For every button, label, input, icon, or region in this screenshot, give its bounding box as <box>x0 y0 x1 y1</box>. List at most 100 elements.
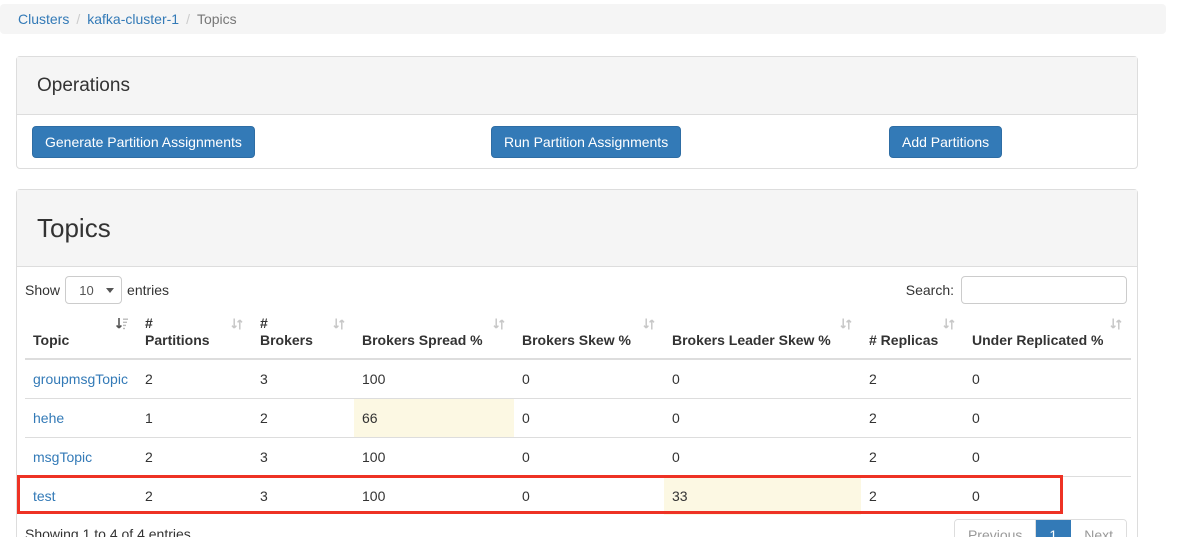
brokers-cell: 2 <box>252 399 354 438</box>
add-partitions-button[interactable]: Add Partitions <box>889 126 1002 158</box>
pagination-next: Next <box>1071 520 1126 537</box>
topics-table-body: groupmsgTopic231000020hehe12660020msgTop… <box>25 359 1131 515</box>
brokers-leader-skew-cell: 0 <box>664 399 861 438</box>
table-row: groupmsgTopic231000020 <box>25 359 1131 399</box>
column-header-label: Brokers <box>260 332 346 349</box>
under-replicated-cell: 0 <box>964 359 1131 399</box>
sort-icon[interactable] <box>942 317 956 331</box>
column-header-label: Topic <box>33 332 129 349</box>
column-header-label: Partitions <box>145 332 244 349</box>
brokers-skew-cell: 0 <box>514 438 664 477</box>
partitions-cell: 2 <box>137 359 252 399</box>
column-header-label: # Replicas <box>869 332 956 349</box>
operations-panel-body: Generate Partition Assignments Run Parti… <box>17 115 1137 169</box>
topic-cell: groupmsgTopic <box>25 359 137 399</box>
topic-link[interactable]: test <box>33 488 56 504</box>
under-replicated-cell: 0 <box>964 438 1131 477</box>
brokers-skew-cell: 0 <box>514 477 664 516</box>
partitions-cell: 2 <box>137 477 252 516</box>
show-label: Show <box>25 282 60 298</box>
replicas-cell: 2 <box>861 359 964 399</box>
replicas-cell: 2 <box>861 438 964 477</box>
topics-panel: Topics Show 102550100 entries Search: <box>16 189 1138 537</box>
column-header-brokers-skew[interactable]: Brokers Skew % <box>514 309 664 359</box>
brokers-skew-cell: 0 <box>514 399 664 438</box>
column-header-label: Under Replicated % <box>972 332 1123 349</box>
topics-table: Topic #Partitions#Brokers Brokers Spread %… <box>25 309 1131 515</box>
topics-table-head: Topic #Partitions#Brokers Brokers Spread %… <box>25 309 1131 359</box>
breadcrumb: Clusters / kafka-cluster-1 / Topics <box>0 4 1166 34</box>
generate-partition-assignments-button[interactable]: Generate Partition Assignments <box>32 126 255 158</box>
column-header-replicas[interactable]: # Replicas <box>861 309 964 359</box>
operations-panel-heading: Operations <box>17 57 1137 115</box>
under-replicated-cell: 0 <box>964 399 1131 438</box>
brokers-cell: 3 <box>252 359 354 399</box>
topic-cell: test <box>25 477 137 516</box>
topic-cell: msgTopic <box>25 438 137 477</box>
pagination: Previous1Next <box>954 519 1127 537</box>
sort-icon[interactable] <box>332 317 346 331</box>
table-row: test2310003320 <box>25 477 1131 516</box>
search-control: Search: <box>906 276 1127 304</box>
page-root: Clusters / kafka-cluster-1 / Topics Oper… <box>0 0 1188 537</box>
topic-cell: hehe <box>25 399 137 438</box>
column-header-under-replicated[interactable]: Under Replicated % <box>964 309 1131 359</box>
brokers-skew-cell: 0 <box>514 359 664 399</box>
pagination-previous: Previous <box>955 520 1036 537</box>
topic-link[interactable]: hehe <box>33 410 64 426</box>
breadcrumb-item-kafka-cluster-1[interactable]: kafka-cluster-1 <box>87 11 179 27</box>
datatable-controls: Show 102550100 entries Search: <box>25 267 1129 309</box>
replicas-cell: 2 <box>861 399 964 438</box>
brokers-leader-skew-cell: 0 <box>664 359 861 399</box>
run-partition-assignments-button[interactable]: Run Partition Assignments <box>491 126 681 158</box>
brokers-leader-skew-cell: 33 <box>664 477 861 516</box>
sort-icon[interactable] <box>230 317 244 331</box>
operations-panel: Operations Generate Partition Assignment… <box>16 56 1138 169</box>
topics-panel-body: Show 102550100 entries Search: <box>17 267 1137 537</box>
table-row: hehe12660020 <box>25 399 1131 438</box>
column-header-brokers-leader-skew[interactable]: Brokers Leader Skew % <box>664 309 861 359</box>
topic-link[interactable]: groupmsgTopic <box>33 371 128 387</box>
table-header-row: Topic #Partitions#Brokers Brokers Spread %… <box>25 309 1131 359</box>
brokers-spread-cell: 100 <box>354 477 514 516</box>
table-info: Showing 1 to 4 of 4 entries <box>25 526 191 537</box>
brokers-leader-skew-cell: 0 <box>664 438 861 477</box>
topics-panel-heading: Topics <box>17 190 1137 267</box>
column-header-label: Brokers Skew % <box>522 332 656 349</box>
brokers-spread-cell: 100 <box>354 359 514 399</box>
column-header-brokers[interactable]: #Brokers <box>252 309 354 359</box>
sort-icon[interactable] <box>492 317 506 331</box>
topics-title: Topics <box>37 213 111 244</box>
table-row: msgTopic231000020 <box>25 438 1131 477</box>
column-header-brokers-spread[interactable]: Brokers Spread % <box>354 309 514 359</box>
page-length-select[interactable]: 102550100 <box>65 276 122 304</box>
breadcrumb-item-clusters[interactable]: Clusters <box>18 11 69 27</box>
replicas-cell: 2 <box>861 477 964 516</box>
entries-label: entries <box>127 282 169 298</box>
column-header-label: Brokers Spread % <box>362 332 506 349</box>
partitions-cell: 1 <box>137 399 252 438</box>
breadcrumb-item-topics: Topics <box>197 11 237 27</box>
column-header-topic[interactable]: Topic <box>25 309 137 359</box>
page-length-select-wrap: 102550100 <box>65 276 122 304</box>
brokers-spread-cell: 66 <box>354 399 514 438</box>
brokers-spread-cell: 100 <box>354 438 514 477</box>
breadcrumb-separator: / <box>69 11 87 27</box>
search-label: Search: <box>906 282 954 298</box>
topic-link[interactable]: msgTopic <box>33 449 92 465</box>
pagination-1[interactable]: 1 <box>1036 520 1071 537</box>
brokers-cell: 3 <box>252 477 354 516</box>
sort-icon[interactable] <box>1109 317 1123 331</box>
brokers-cell: 3 <box>252 438 354 477</box>
sort-icon[interactable] <box>642 317 656 331</box>
breadcrumb-separator: / <box>179 11 197 27</box>
search-input[interactable] <box>961 276 1127 304</box>
datatable-footer: Showing 1 to 4 of 4 entries Previous1Nex… <box>25 515 1129 537</box>
column-header-label: Brokers Leader Skew % <box>672 332 853 349</box>
page-length-control: Show 102550100 entries <box>25 276 169 304</box>
sort-active-icon[interactable] <box>115 317 129 331</box>
sort-icon[interactable] <box>839 317 853 331</box>
column-header-partitions[interactable]: #Partitions <box>137 309 252 359</box>
operations-title: Operations <box>37 75 130 97</box>
partitions-cell: 2 <box>137 438 252 477</box>
